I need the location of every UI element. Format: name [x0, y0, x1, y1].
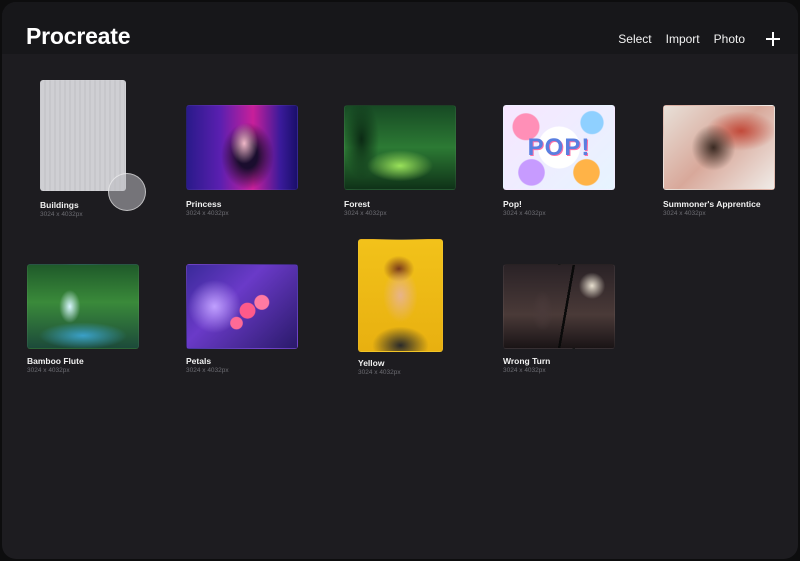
- artwork-thumbnail[interactable]: [358, 239, 443, 352]
- artwork-title: Pop!: [503, 199, 522, 209]
- artwork-card-yellow[interactable]: Yellow 3024 x 4032px: [358, 239, 448, 379]
- artwork-dimensions: 3024 x 4032px: [27, 367, 70, 374]
- artwork-thumbnail[interactable]: [344, 105, 456, 190]
- artwork-card-wrong-turn[interactable]: Wrong Turn 3024 x 4032px: [503, 264, 617, 379]
- artwork-dimensions: 3024 x 4032px: [344, 210, 387, 217]
- artwork-thumbnail[interactable]: [186, 105, 298, 190]
- gallery-toolbar: Select Import Photo: [604, 28, 780, 50]
- artwork-title: Princess: [186, 199, 222, 209]
- artwork-title: Wrong Turn: [503, 356, 551, 366]
- photo-button[interactable]: Photo: [714, 28, 745, 50]
- artwork-dimensions: 3024 x 4032px: [186, 367, 229, 374]
- artwork-dimensions: 3024 x 4032px: [186, 210, 229, 217]
- artwork-art-lettering: POP!: [527, 133, 591, 161]
- artwork-card-princess[interactable]: Princess 3024 x 4032px: [186, 105, 300, 220]
- artwork-thumbnail[interactable]: [663, 105, 775, 190]
- procreate-gallery-screen: Procreate Select Import Photo Buildings …: [2, 2, 798, 559]
- artwork-dimensions: 3024 x 4032px: [663, 210, 706, 217]
- artwork-title: Forest: [344, 199, 370, 209]
- artwork-card-summoners-apprentice[interactable]: Summoner's Apprentice 3024 x 4032px: [663, 105, 788, 220]
- artwork-title: Buildings: [40, 200, 79, 210]
- artwork-dimensions: 3024 x 4032px: [40, 211, 83, 218]
- artwork-title: Summoner's Apprentice: [663, 199, 761, 209]
- gallery-top-bar: Procreate Select Import Photo: [2, 2, 798, 54]
- artwork-card-petals[interactable]: Petals 3024 x 4032px: [186, 264, 300, 379]
- artwork-title: Bamboo Flute: [27, 356, 84, 366]
- import-button[interactable]: Import: [666, 28, 700, 50]
- touch-drag-indicator: [108, 173, 146, 211]
- artwork-dimensions: 3024 x 4032px: [503, 367, 546, 374]
- artwork-card-pop[interactable]: POP! Pop! 3024 x 4032px: [503, 105, 617, 220]
- app-title: Procreate: [26, 23, 131, 49]
- artwork-title: Yellow: [358, 358, 385, 368]
- artwork-thumbnail[interactable]: [27, 264, 139, 349]
- artwork-card-bamboo-flute[interactable]: Bamboo Flute 3024 x 4032px: [27, 264, 141, 379]
- artwork-title: Petals: [186, 356, 212, 366]
- artwork-thumbnail[interactable]: [186, 264, 298, 349]
- artwork-thumbnail[interactable]: [503, 264, 615, 349]
- select-button[interactable]: Select: [618, 28, 651, 50]
- artwork-thumbnail[interactable]: POP!: [503, 105, 615, 190]
- artwork-dimensions: 3024 x 4032px: [503, 210, 546, 217]
- artwork-card-forest[interactable]: Forest 3024 x 4032px: [344, 105, 458, 220]
- new-canvas-plus-icon[interactable]: [766, 32, 780, 46]
- artwork-thumbnail[interactable]: [40, 80, 126, 191]
- artwork-dimensions: 3024 x 4032px: [358, 369, 401, 376]
